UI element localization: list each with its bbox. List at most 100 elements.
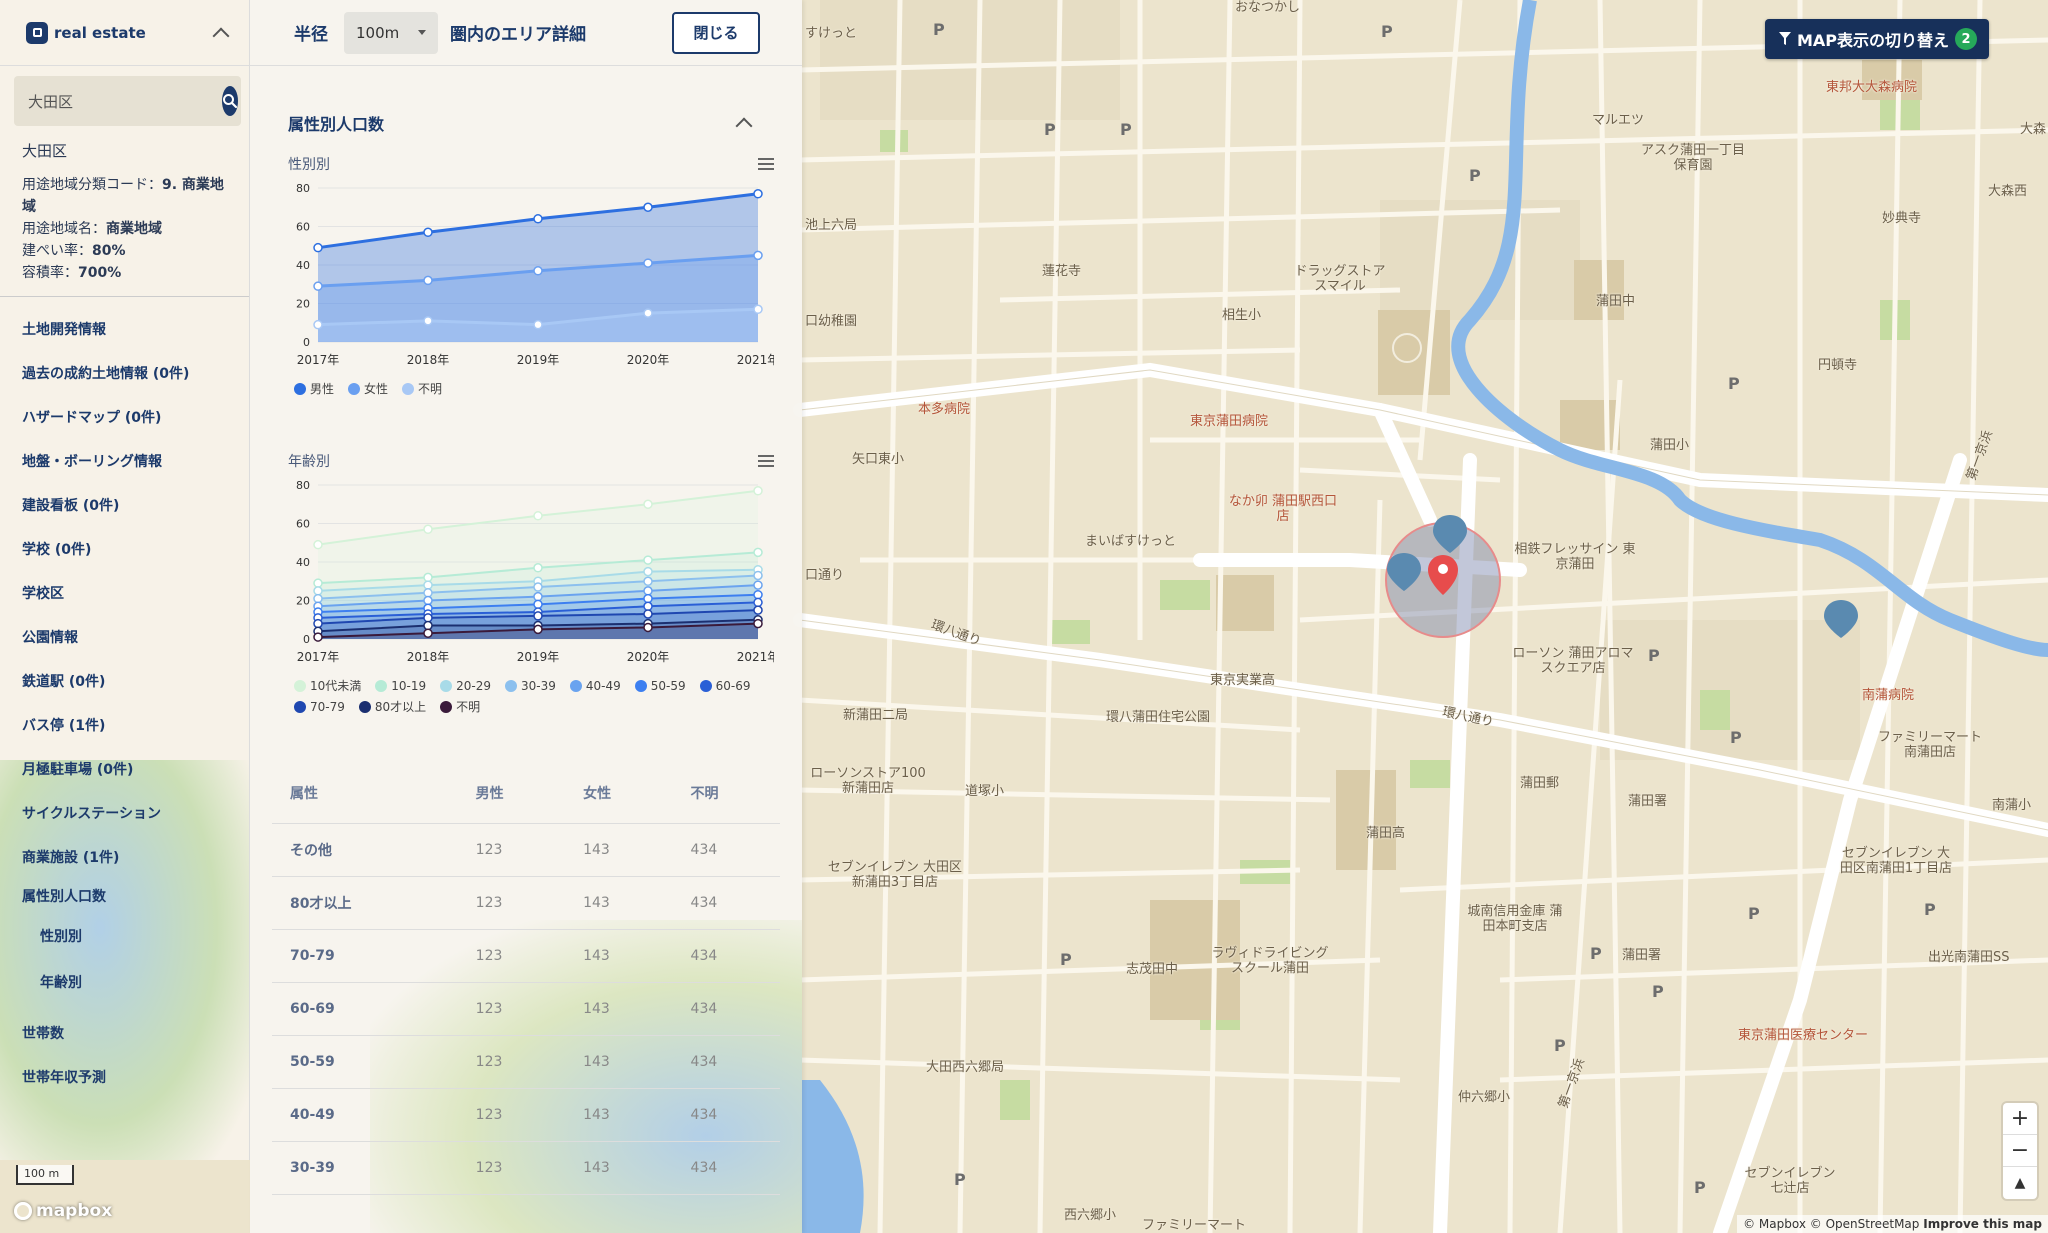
chart-menu-icon[interactable] xyxy=(758,455,774,467)
data-point[interactable] xyxy=(423,613,433,623)
nav-item[interactable]: 公園情報 xyxy=(22,615,249,659)
legend-item[interactable]: 40-49 xyxy=(569,677,621,694)
data-point[interactable] xyxy=(423,275,433,286)
compass-button[interactable]: ▲ xyxy=(2003,1167,2037,1199)
map-display-toggle-button[interactable]: MAP表示の切り替え 2 xyxy=(1765,19,1990,59)
legend-item[interactable]: 50-59 xyxy=(634,677,686,694)
data-point[interactable] xyxy=(753,570,763,581)
legend-item[interactable]: 60-69 xyxy=(699,677,751,694)
nav-item[interactable]: 土地開発情報 xyxy=(22,307,249,351)
data-point[interactable] xyxy=(423,628,433,638)
data-point[interactable] xyxy=(533,599,543,610)
data-point[interactable] xyxy=(753,486,763,496)
nav-item[interactable]: 地盤・ボーリング情報 xyxy=(22,439,249,483)
data-point[interactable] xyxy=(643,202,653,212)
data-point[interactable] xyxy=(753,547,763,558)
legend-item[interactable]: 不明 xyxy=(402,380,442,397)
data-point[interactable] xyxy=(533,319,543,330)
mapbox-logo[interactable]: mapbox xyxy=(14,1201,112,1221)
section-header[interactable]: 属性別人口数 xyxy=(250,94,802,152)
data-point[interactable] xyxy=(643,609,653,619)
data-point[interactable] xyxy=(643,499,653,509)
data-point[interactable] xyxy=(533,611,543,621)
search-input[interactable] xyxy=(28,92,222,110)
data-point[interactable] xyxy=(313,539,323,550)
data-point[interactable] xyxy=(753,250,763,261)
data-point[interactable] xyxy=(533,214,543,224)
nav-item[interactable]: ハザードマップ (0件) xyxy=(22,395,249,439)
data-point[interactable] xyxy=(313,578,323,588)
chart-menu-icon[interactable] xyxy=(758,158,774,170)
data-point[interactable] xyxy=(313,319,323,330)
data-point[interactable] xyxy=(643,593,653,604)
data-point[interactable] xyxy=(313,586,323,596)
data-point[interactable] xyxy=(533,511,543,521)
data-point[interactable] xyxy=(423,524,433,535)
data-point[interactable] xyxy=(313,593,323,604)
data-point[interactable] xyxy=(423,572,433,583)
nav-subitem[interactable]: 年齢別 xyxy=(22,959,249,1005)
data-point[interactable] xyxy=(533,591,543,602)
data-point[interactable] xyxy=(423,620,433,631)
nav-item[interactable]: バス停 (1件) xyxy=(22,703,249,747)
data-point[interactable] xyxy=(643,622,653,633)
data-point[interactable] xyxy=(423,595,433,606)
data-point[interactable] xyxy=(423,316,433,326)
data-point[interactable] xyxy=(533,582,543,592)
nav-item[interactable]: 学校 (0件) xyxy=(22,527,249,571)
nav-item-population[interactable]: 属性別人口数 xyxy=(22,879,249,913)
zoom-out-button[interactable]: − xyxy=(2003,1135,2037,1167)
data-point[interactable] xyxy=(533,624,543,635)
nav-item[interactable]: 過去の成約土地情報 (0件) xyxy=(22,351,249,395)
legend-item[interactable]: 10-19 xyxy=(375,677,426,694)
legend-item[interactable]: 男性 xyxy=(294,380,334,397)
legend-item[interactable]: 女性 xyxy=(348,380,388,397)
data-point[interactable] xyxy=(643,566,653,577)
nav-item[interactable]: 世帯年収予測 xyxy=(22,1055,249,1099)
improve-map-link[interactable]: Improve this map xyxy=(1923,1217,2042,1231)
radius-select[interactable]: 100m xyxy=(344,11,438,54)
close-button[interactable]: 閉じる xyxy=(672,11,760,54)
data-point[interactable] xyxy=(643,576,653,586)
data-point[interactable] xyxy=(753,580,763,590)
data-point[interactable] xyxy=(753,304,763,315)
legend-item[interactable]: 20-29 xyxy=(440,677,491,694)
data-point[interactable] xyxy=(753,605,763,615)
data-point[interactable] xyxy=(643,601,653,612)
attribution-text[interactable]: © Mapbox © OpenStreetMap xyxy=(1743,1217,1919,1231)
legend-item[interactable]: 不明 xyxy=(440,698,480,715)
data-point[interactable] xyxy=(313,632,323,642)
data-point[interactable] xyxy=(423,588,433,598)
legend-item[interactable]: 30-39 xyxy=(505,677,556,694)
data-point[interactable] xyxy=(753,618,763,629)
nav-item[interactable]: サイクルステーション xyxy=(22,791,249,835)
nav-item[interactable]: 建設看板 (0件) xyxy=(22,483,249,527)
data-point[interactable] xyxy=(753,597,763,608)
data-point[interactable] xyxy=(313,242,323,253)
nav-item[interactable]: 学校区 xyxy=(22,571,249,615)
data-point[interactable] xyxy=(313,281,323,291)
data-point[interactable] xyxy=(533,266,543,276)
chevron-up-icon[interactable] xyxy=(735,117,753,135)
data-point[interactable] xyxy=(643,555,653,565)
data-point[interactable] xyxy=(533,563,543,573)
data-point[interactable] xyxy=(753,589,763,600)
legend-item[interactable]: 80才以上 xyxy=(358,698,426,715)
legend-item[interactable]: 70-79 xyxy=(294,698,345,715)
search-button[interactable] xyxy=(222,86,238,116)
data-point[interactable] xyxy=(643,258,653,268)
data-point[interactable] xyxy=(643,308,653,318)
nav-item[interactable]: 月極駐車場 (0件) xyxy=(22,747,249,791)
nav-item[interactable]: 商業施設 (1件) xyxy=(22,835,249,879)
zoom-in-button[interactable]: + xyxy=(2003,1103,2037,1135)
chevron-up-icon[interactable] xyxy=(212,27,230,44)
nav-item[interactable]: 世帯数 xyxy=(22,1011,249,1055)
data-point[interactable] xyxy=(423,580,433,590)
data-point[interactable] xyxy=(753,189,763,199)
legend-item[interactable]: 10代未満 xyxy=(294,677,361,694)
data-point[interactable] xyxy=(423,227,433,238)
data-point[interactable] xyxy=(643,586,653,596)
data-point[interactable] xyxy=(313,618,323,629)
nav-item[interactable]: 鉄道駅 (0件) xyxy=(22,659,249,703)
nav-subitem[interactable]: 性別別 xyxy=(22,913,249,959)
